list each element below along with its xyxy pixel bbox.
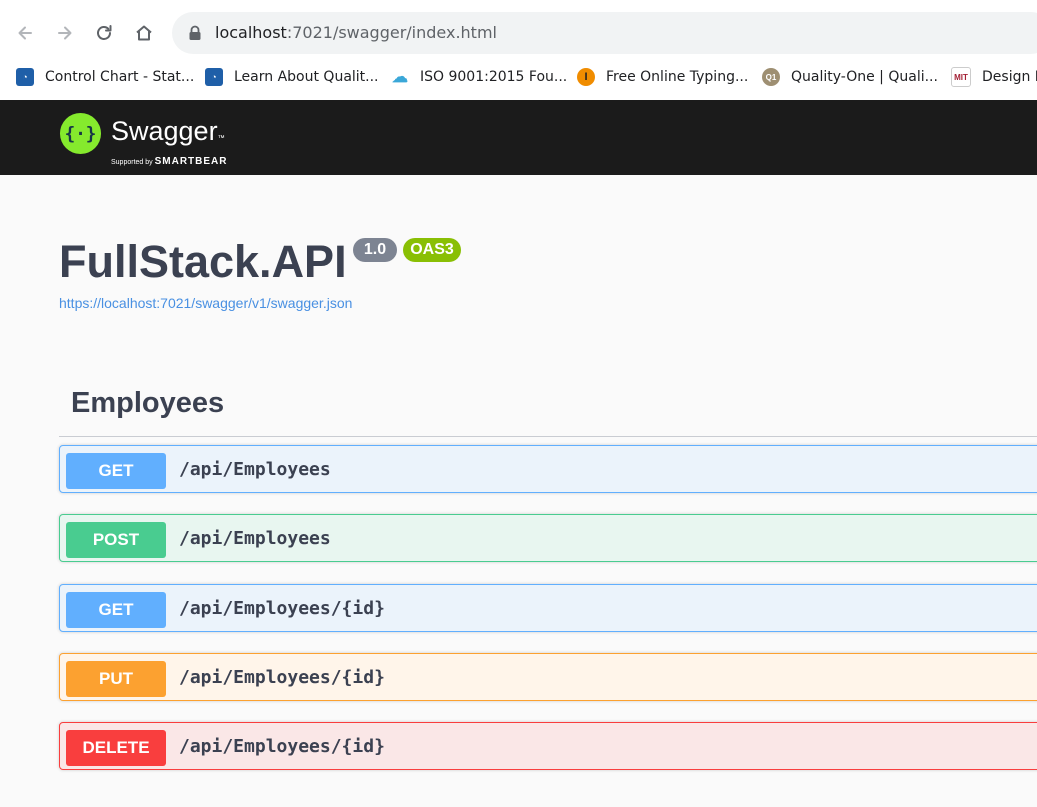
bookmark-item[interactable]: ☁ ISO 9001:2015 Fou...: [391, 66, 567, 88]
api-title: FullStack.API: [59, 236, 347, 287]
bookmark-blue-logo-icon: ◔: [16, 68, 34, 86]
tag-employees-title[interactable]: Employees: [71, 387, 224, 420]
operation-put-employee-by-id[interactable]: PUT /api/Employees/{id}: [59, 653, 1037, 701]
swagger-topbar: {·} Swagger™ Supported by SMARTBEAR: [0, 100, 1037, 175]
home-button[interactable]: [131, 20, 157, 46]
operation-get-employees[interactable]: GET /api/Employees: [59, 445, 1037, 493]
method-badge-delete: DELETE: [66, 730, 166, 766]
bookmark-label: ISO 9001:2015 Fou...: [420, 69, 568, 85]
url-text[interactable]: localhost:7021/swagger/index.html: [215, 23, 497, 42]
browser-toolbar: localhost:7021/swagger/index.html: [0, 0, 1037, 66]
bookmark-item[interactable]: I Free Online Typing...: [577, 66, 748, 88]
bookmark-item[interactable]: ◔ Learn About Qualit...: [205, 66, 379, 88]
swagger-logo-text[interactable]: Swagger™: [111, 116, 225, 147]
bookmark-item[interactable]: ◔ Control Chart - Stat...: [16, 66, 194, 88]
method-badge-put: PUT: [66, 661, 166, 697]
bookmark-label: Quality-One | Quali...: [791, 69, 938, 85]
url-path: :7021/swagger/index.html: [286, 23, 497, 42]
swagger-logo-icon[interactable]: {·}: [59, 112, 102, 155]
arrow-left-icon: [18, 26, 32, 40]
bookmark-item[interactable]: Q1 Quality-One | Quali...: [762, 66, 938, 88]
bookmark-item[interactable]: MIT Design H: [951, 66, 1037, 88]
svg-text:{·}: {·}: [65, 124, 97, 144]
operation-path: /api/Employees/{id}: [179, 667, 385, 688]
bookmark-cloud-icon: ☁: [391, 68, 409, 86]
operation-post-employees[interactable]: POST /api/Employees: [59, 514, 1037, 562]
bookmark-mit-icon: MIT: [951, 67, 971, 87]
operation-path: /api/Employees: [179, 459, 331, 480]
bookmark-blue-logo-icon: ◔: [205, 68, 223, 86]
address-bar[interactable]: localhost:7021/swagger/index.html: [172, 12, 1037, 54]
operation-delete-employee-by-id[interactable]: DELETE /api/Employees/{id}: [59, 722, 1037, 770]
reload-button[interactable]: [91, 20, 117, 46]
supported-by-prefix: Supported by: [111, 159, 155, 166]
url-host: localhost: [215, 23, 287, 42]
swagger-wordmark: Swagger: [111, 116, 218, 146]
operation-path: /api/Employees/{id}: [179, 736, 385, 757]
bookmark-label: Control Chart - Stat...: [45, 69, 195, 85]
bookmark-orange-typing-icon: I: [577, 68, 595, 86]
reload-icon: [97, 25, 112, 40]
version-badge: 1.0: [353, 238, 397, 262]
supported-by-text: Supported by SMARTBEAR: [111, 151, 227, 169]
home-icon: [136, 25, 152, 41]
lock-icon: [189, 25, 201, 40]
method-badge-post: POST: [66, 522, 166, 558]
operation-path: /api/Employees/{id}: [179, 598, 385, 619]
bookmark-label: Design H: [982, 69, 1037, 85]
forward-button[interactable]: [52, 20, 78, 46]
spec-json-link[interactable]: https://localhost:7021/swagger/v1/swagge…: [59, 295, 352, 311]
trademark-mark: ™: [217, 135, 225, 142]
back-button[interactable]: [12, 20, 38, 46]
bookmarks-bar: ◔ Control Chart - Stat... ◔ Learn About …: [0, 66, 1037, 100]
method-badge-get: GET: [66, 592, 166, 628]
oas-badge: OAS3: [403, 238, 461, 262]
method-badge-get: GET: [66, 453, 166, 489]
tag-divider: [59, 436, 1037, 437]
bookmark-label: Free Online Typing...: [606, 69, 749, 85]
smartbear-brand: SMARTBEAR: [154, 156, 228, 167]
operation-path: /api/Employees: [179, 528, 331, 549]
bookmark-q1-icon: Q1: [762, 68, 780, 86]
operation-get-employee-by-id[interactable]: GET /api/Employees/{id}: [59, 584, 1037, 632]
bookmark-label: Learn About Qualit...: [234, 69, 379, 85]
arrow-right-icon: [58, 26, 72, 40]
